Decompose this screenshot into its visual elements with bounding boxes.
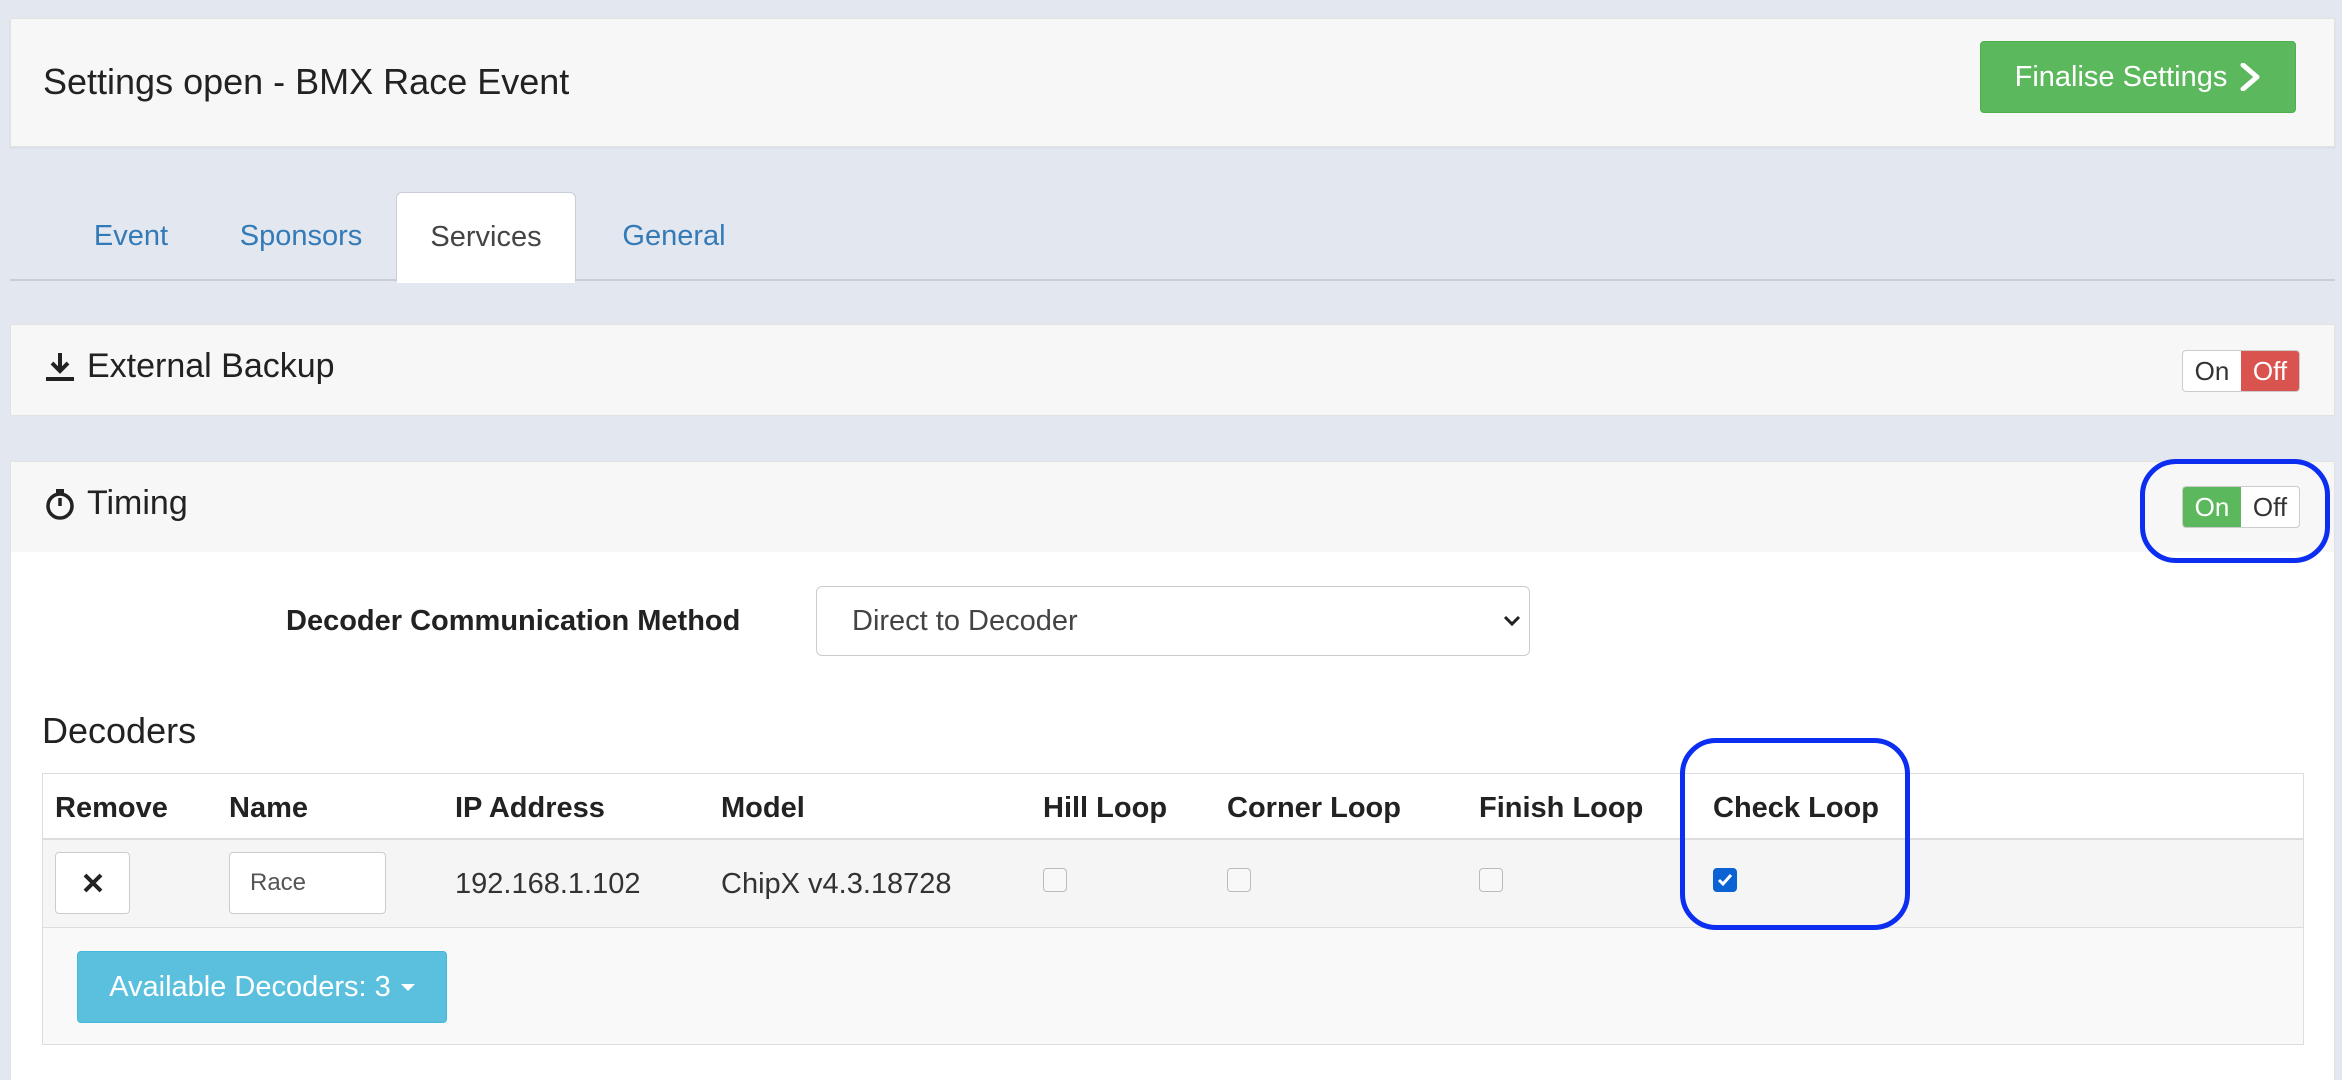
- decoder-model: ChipX v4.3.18728: [721, 868, 952, 900]
- finalise-settings-button[interactable]: Finalise Settings: [1980, 41, 2296, 113]
- col-ip-address: IP Address: [455, 792, 605, 824]
- timing-toggle-highlight: [2140, 459, 2330, 563]
- tab-services[interactable]: Services: [396, 192, 576, 283]
- tab-bar: Event Sponsors Services General: [10, 192, 2335, 283]
- col-model: Model: [721, 792, 805, 824]
- chevron-down-icon: [1503, 615, 1521, 627]
- timing-title: Timing: [87, 484, 188, 522]
- decoder-method-label: Decoder Communication Method: [286, 605, 741, 637]
- external-backup-off-option[interactable]: Off: [2241, 351, 2299, 391]
- external-backup-title: External Backup: [87, 347, 335, 385]
- col-name: Name: [229, 792, 308, 824]
- tab-sponsors[interactable]: Sponsors: [218, 192, 384, 281]
- decoder-method-value: Direct to Decoder: [852, 604, 1078, 637]
- hill-loop-checkbox[interactable]: [1043, 868, 1067, 892]
- available-decoders-label: Available Decoders: 3: [109, 970, 391, 1003]
- finish-loop-checkbox[interactable]: [1479, 868, 1503, 892]
- decoder-ip: 192.168.1.102: [455, 868, 641, 900]
- caret-down-icon: [400, 983, 415, 991]
- remove-decoder-button[interactable]: [55, 852, 130, 914]
- corner-loop-checkbox[interactable]: [1227, 868, 1251, 892]
- col-corner-loop: Corner Loop: [1227, 792, 1401, 824]
- timing-panel-header: Timing On Off: [10, 461, 2335, 553]
- decoder-name-input[interactable]: Race: [229, 852, 386, 914]
- header-panel: Settings open - BMX Race Event Finalise …: [10, 18, 2335, 147]
- available-decoders-button[interactable]: Available Decoders: 3: [77, 951, 447, 1023]
- external-backup-panel: External Backup On Off: [10, 324, 2335, 416]
- chevron-right-icon: [2240, 63, 2260, 91]
- table-row: Race 192.168.1.102 ChipX v4.3.18728: [43, 840, 2303, 928]
- col-finish-loop: Finish Loop: [1479, 792, 1644, 824]
- tab-event[interactable]: Event: [72, 192, 190, 281]
- close-icon: [83, 873, 102, 893]
- timing-heading: Timing: [43, 484, 188, 523]
- col-hill-loop: Hill Loop: [1043, 792, 1168, 824]
- stopwatch-icon: [46, 488, 74, 520]
- external-backup-on-option[interactable]: On: [2183, 351, 2241, 391]
- finalise-settings-label: Finalise Settings: [2014, 60, 2228, 93]
- decoder-name-value: Race: [250, 869, 307, 896]
- page-title: Settings open - BMX Race Event: [43, 61, 570, 102]
- decoders-heading: Decoders: [42, 710, 197, 751]
- col-remove: Remove: [55, 792, 168, 824]
- decoders-table: Remove Name IP Address Model Hill Loop C…: [42, 773, 2304, 1045]
- decoder-method-select[interactable]: Direct to Decoder: [816, 586, 1530, 656]
- check-loop-highlight: [1680, 738, 1910, 930]
- download-icon: [46, 352, 74, 381]
- external-backup-heading: External Backup: [43, 347, 335, 386]
- tab-general[interactable]: General: [600, 192, 748, 281]
- table-header: Remove Name IP Address Model Hill Loop C…: [43, 774, 2303, 840]
- external-backup-toggle[interactable]: On Off: [2182, 350, 2300, 392]
